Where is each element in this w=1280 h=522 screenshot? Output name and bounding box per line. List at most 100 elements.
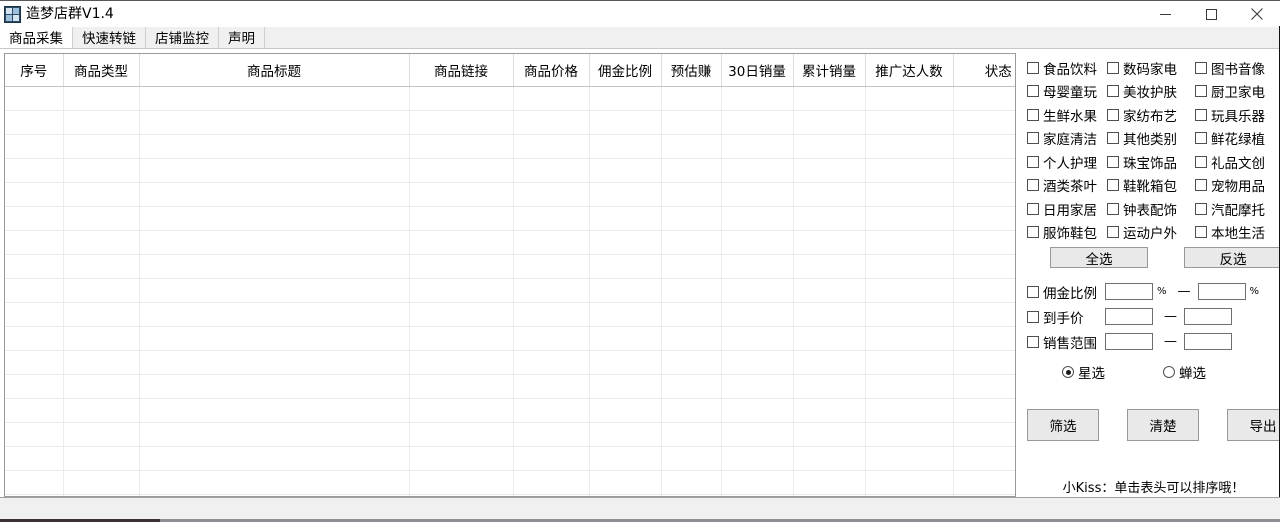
checkbox-icon[interactable] <box>1107 108 1119 121</box>
category-item-15[interactable]: 酒类茶叶 <box>1027 174 1107 198</box>
table-row[interactable] <box>5 278 1015 303</box>
column-header-1[interactable]: 商品类型 <box>63 54 140 87</box>
checkbox-icon[interactable] <box>1107 132 1119 145</box>
clear-button[interactable]: 清楚 <box>1127 409 1199 441</box>
table-row[interactable] <box>5 182 1015 207</box>
tab-1[interactable]: 快速转链 <box>73 26 146 48</box>
checkbox-icon[interactable] <box>1107 202 1119 215</box>
checkbox-icon[interactable] <box>1027 85 1039 98</box>
filter-button[interactable]: 筛选 <box>1027 409 1099 441</box>
category-item-14[interactable]: 礼品文创 <box>1195 150 1275 174</box>
export-button[interactable]: 导出 <box>1227 409 1280 441</box>
filter-max-input-0[interactable] <box>1197 283 1246 300</box>
category-item-16[interactable]: 鞋靴箱包 <box>1107 174 1195 198</box>
checkbox-icon[interactable] <box>1195 179 1207 192</box>
column-header-10[interactable]: 状态 <box>953 54 1015 87</box>
checkbox-icon[interactable] <box>1195 202 1207 215</box>
checkbox-icon[interactable] <box>1107 85 1119 98</box>
checkbox-icon[interactable] <box>1027 132 1039 145</box>
category-item-17[interactable]: 宠物用品 <box>1195 174 1275 198</box>
category-item-5[interactable]: 厨卫家电 <box>1195 80 1275 104</box>
checkbox-icon[interactable] <box>1107 179 1119 192</box>
select-all-button[interactable]: 全选 <box>1050 247 1148 268</box>
category-item-13[interactable]: 珠宝饰品 <box>1107 150 1195 174</box>
checkbox-icon[interactable] <box>1027 179 1039 192</box>
column-header-2[interactable]: 商品标题 <box>139 54 410 87</box>
category-item-2[interactable]: 图书音像 <box>1195 56 1275 80</box>
category-item-3[interactable]: 母婴童玩 <box>1027 80 1107 104</box>
category-item-0[interactable]: 食品饮料 <box>1027 56 1107 80</box>
checkbox-icon[interactable] <box>1195 108 1207 121</box>
category-item-21[interactable]: 服饰鞋包 <box>1027 221 1107 245</box>
category-item-19[interactable]: 钟表配饰 <box>1107 197 1195 221</box>
tab-3[interactable]: 声明 <box>219 26 265 48</box>
checkbox-icon[interactable] <box>1195 61 1207 74</box>
column-header-3[interactable]: 商品链接 <box>409 54 514 87</box>
checkbox-icon[interactable] <box>1027 285 1039 298</box>
category-item-1[interactable]: 数码家电 <box>1107 56 1195 80</box>
table-row[interactable] <box>5 422 1015 447</box>
table-header-row[interactable]: 序号 商品类型 商品标题 商品链接 商品价格 佣金比例 预估赚 30日销量 累计销量 推广达人数状… <box>5 54 1015 87</box>
table-row[interactable] <box>5 134 1015 159</box>
checkbox-icon[interactable] <box>1107 61 1119 74</box>
checkbox-icon[interactable] <box>1107 226 1119 239</box>
tab-2[interactable]: 店铺监控 <box>146 26 219 48</box>
filter-max-input-2[interactable] <box>1184 333 1232 350</box>
column-header-5[interactable]: 佣金比例 <box>589 54 662 87</box>
table-row[interactable] <box>5 446 1015 471</box>
table-row[interactable] <box>5 158 1015 183</box>
radio-1[interactable]: 蝉选 <box>1163 362 1206 382</box>
table-row[interactable] <box>5 230 1015 255</box>
column-header-4[interactable]: 商品价格 <box>513 54 590 87</box>
checkbox-icon[interactable] <box>1107 155 1119 168</box>
table-row[interactable] <box>5 254 1015 279</box>
table-row[interactable] <box>5 302 1015 327</box>
filter-min-input-1[interactable] <box>1105 308 1153 325</box>
radio-icon[interactable] <box>1062 366 1074 378</box>
product-table[interactable]: 序号 商品类型 商品标题 商品链接 商品价格 佣金比例 预估赚 30日销量 累计销量 推广达人数状… <box>4 53 1016 497</box>
checkbox-icon[interactable] <box>1027 335 1039 348</box>
radio-0[interactable]: 星选 <box>1062 362 1105 382</box>
column-header-8[interactable]: 累计销量 <box>793 54 866 87</box>
category-item-9[interactable]: 家庭清洁 <box>1027 127 1107 151</box>
table-row[interactable] <box>5 350 1015 375</box>
tab-0[interactable]: 商品采集 <box>0 26 73 48</box>
checkbox-icon[interactable] <box>1027 226 1039 239</box>
column-header-9[interactable]: 推广达人数 <box>865 54 954 87</box>
category-item-6[interactable]: 生鲜水果 <box>1027 103 1107 127</box>
table-row[interactable] <box>5 110 1015 135</box>
table-row[interactable] <box>5 86 1015 111</box>
checkbox-icon[interactable] <box>1027 155 1039 168</box>
table-row[interactable] <box>5 374 1015 399</box>
checkbox-icon[interactable] <box>1027 202 1039 215</box>
table-body[interactable] <box>5 86 1015 496</box>
category-item-20[interactable]: 汽配摩托 <box>1195 197 1275 221</box>
column-header-7[interactable]: 30日销量 <box>721 54 794 87</box>
category-item-12[interactable]: 个人护理 <box>1027 150 1107 174</box>
category-item-4[interactable]: 美妆护肤 <box>1107 80 1195 104</box>
table-row[interactable] <box>5 206 1015 231</box>
invert-selection-button[interactable]: 反选 <box>1184 247 1280 268</box>
radio-icon[interactable] <box>1163 366 1175 378</box>
maximize-icon[interactable] <box>1188 1 1234 27</box>
category-item-7[interactable]: 家纺布艺 <box>1107 103 1195 127</box>
checkbox-icon[interactable] <box>1195 155 1207 168</box>
table-row[interactable] <box>5 326 1015 351</box>
category-item-23[interactable]: 本地生活 <box>1195 221 1275 245</box>
filter-max-input-1[interactable] <box>1184 308 1232 325</box>
filter-min-input-0[interactable] <box>1105 283 1153 300</box>
checkbox-icon[interactable] <box>1195 226 1207 239</box>
checkbox-icon[interactable] <box>1027 61 1039 74</box>
checkbox-icon[interactable] <box>1027 310 1039 323</box>
checkbox-icon[interactable] <box>1027 108 1039 121</box>
checkbox-icon[interactable] <box>1195 85 1207 98</box>
minimize-icon[interactable] <box>1142 1 1188 27</box>
table-row[interactable] <box>5 398 1015 423</box>
column-header-0[interactable]: 序号 <box>5 54 64 87</box>
filter-min-input-2[interactable] <box>1105 333 1153 350</box>
checkbox-icon[interactable] <box>1195 132 1207 145</box>
filter-label-1[interactable]: 到手价 <box>1027 307 1105 327</box>
table-row[interactable] <box>5 470 1015 495</box>
category-item-8[interactable]: 玩具乐器 <box>1195 103 1275 127</box>
filter-label-0[interactable]: 佣金比例 <box>1027 282 1105 302</box>
